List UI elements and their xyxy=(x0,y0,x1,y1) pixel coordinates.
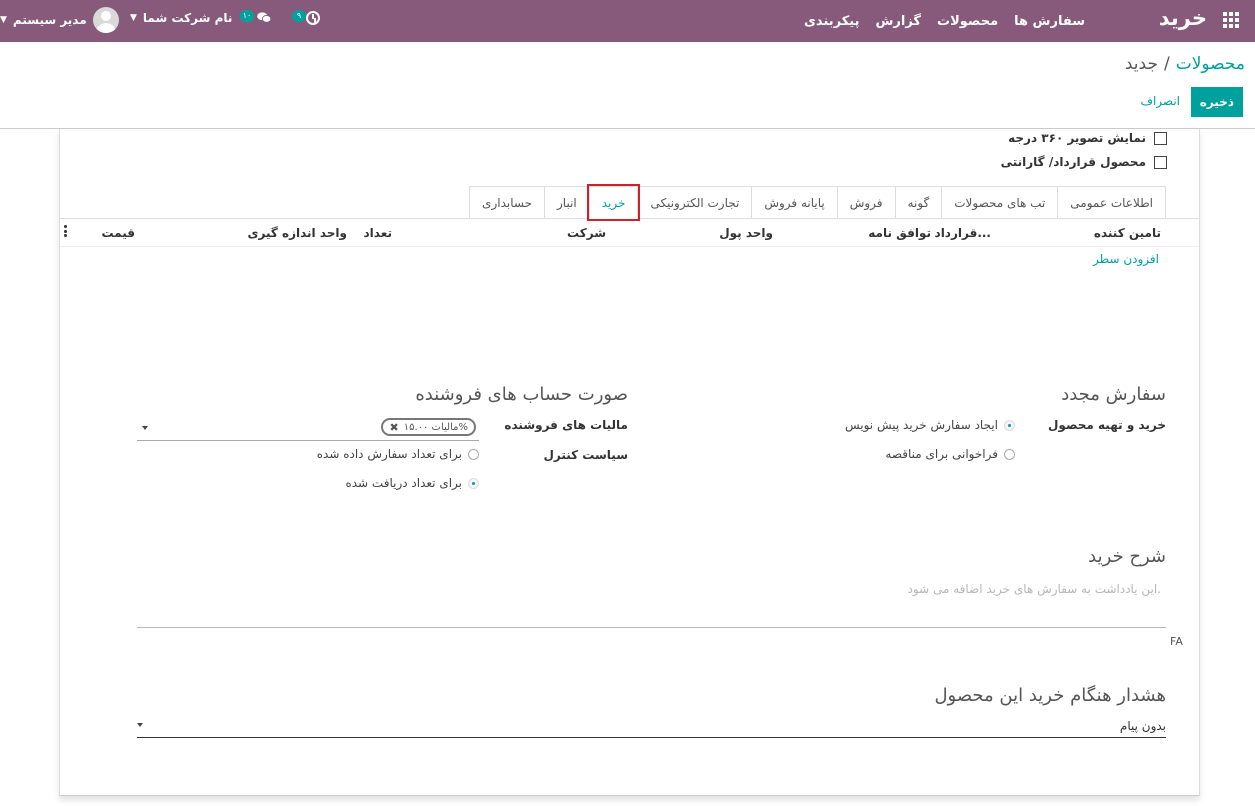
col-company[interactable]: شرکت xyxy=(567,226,606,240)
reorder-title: سفارش مجدد xyxy=(1061,384,1166,405)
radio-draft-po[interactable]: ایجاد سفارش خرید پیش نویس xyxy=(845,418,1015,432)
radio-ordered-qty-label: برای تعداد سفارش داده شده xyxy=(316,447,462,461)
tab-sales[interactable]: فروش xyxy=(836,186,896,219)
tab-point-of-sale[interactable]: پایانه فروش xyxy=(751,186,838,219)
messages-button[interactable]: ۱۰ xyxy=(240,8,274,28)
breadcrumb-separator: / xyxy=(1163,54,1170,74)
checkbox-360-view-box[interactable] xyxy=(1154,131,1167,145)
tab-general-info[interactable]: اطلاعات عمومی xyxy=(1057,186,1166,219)
app-brand[interactable]: خرید xyxy=(1159,6,1207,30)
warning-select[interactable]: بدون پیام xyxy=(137,714,1166,738)
chat-icon xyxy=(257,12,271,23)
chevron-down-icon: ▼ xyxy=(130,13,137,23)
user-name: مدیر سیستم xyxy=(12,13,87,27)
breadcrumb-current: جدید xyxy=(1124,54,1158,74)
user-menu[interactable]: ▼ مدیر سیستم xyxy=(0,6,119,34)
save-button[interactable]: ذخیره xyxy=(1190,87,1243,117)
warning-select-value: بدون پیام xyxy=(1119,719,1166,733)
warning-title: هشدار هنگام خرید این محصول xyxy=(934,685,1166,706)
messages-badge: ۱۰ xyxy=(240,10,254,22)
checkbox-warranty[interactable]: محصول قرارداد/ گارانتی xyxy=(1001,155,1167,169)
breadcrumb-products[interactable]: محصولات xyxy=(1176,54,1245,74)
optional-columns-icon[interactable] xyxy=(64,225,67,237)
company-switcher[interactable]: ▼ نام شرکت شما xyxy=(130,11,232,25)
checkbox-360-view[interactable]: نمایش تصویر ۳۶۰ درجه xyxy=(1008,131,1167,145)
add-line-link[interactable]: افزودن سطر xyxy=(1093,252,1159,266)
tab-product-tabs[interactable]: تب های محصولات xyxy=(941,186,1059,219)
radio-received-qty[interactable]: برای تعداد دریافت شده xyxy=(345,476,479,490)
discard-button[interactable]: انصراف xyxy=(1141,94,1180,108)
col-currency[interactable]: واحد پول xyxy=(719,226,773,240)
purchase-description-title: شرح خرید xyxy=(1088,546,1166,567)
purchase-description-underline xyxy=(137,627,1166,628)
radio-draft-po-dot[interactable] xyxy=(1004,419,1015,431)
translate-button[interactable]: FA xyxy=(1170,635,1183,648)
radio-ordered-qty-dot[interactable] xyxy=(468,448,479,460)
menu-configuration[interactable]: پیکربندی xyxy=(796,14,867,29)
vendor-taxes-field[interactable]: مالیات ۱۵.۰۰% ✖ xyxy=(137,416,479,441)
reorder-label: خرید و تهیه محصول xyxy=(1048,418,1166,432)
col-agreement[interactable]: توافق نامه xyxy=(868,226,931,240)
breadcrumb: محصولات / جدید xyxy=(1125,54,1245,74)
radio-received-qty-dot[interactable] xyxy=(468,477,479,489)
tab-purchase[interactable]: خرید xyxy=(586,184,641,221)
tab-accounting[interactable]: حسابداری xyxy=(469,186,545,219)
checkbox-warranty-label: محصول قرارداد/ گارانتی xyxy=(1000,155,1146,169)
systray: ▼ مدیر سیستم ▼ نام شرکت شما ۱۰ ۹ xyxy=(0,0,340,42)
menu-reporting[interactable]: گزارش xyxy=(867,14,929,29)
purchase-description-input[interactable]: این یادداشت به سفارش های خرید اضافه می ش… xyxy=(908,582,1161,596)
notebook-tabs: اطلاعات عمومی تب های محصولات گونه فروش پ… xyxy=(469,184,1166,221)
col-contract[interactable]: قرارداد... xyxy=(935,226,991,240)
tax-tag-label: مالیات ۱۵.۰۰% xyxy=(403,421,468,433)
checkbox-360-view-label: نمایش تصویر ۳۶۰ درجه xyxy=(1008,131,1146,145)
col-quantity[interactable]: تعداد xyxy=(364,226,392,240)
control-panel: محصولات / جدید ذخیره انصراف xyxy=(0,42,1255,129)
radio-ordered-qty[interactable]: برای تعداد سفارش داده شده xyxy=(317,447,479,461)
main-menu: سفارش ها محصولات گزارش پیکربندی xyxy=(796,0,1093,42)
clock-icon xyxy=(306,11,320,25)
tax-tag: مالیات ۱۵.۰۰% ✖ xyxy=(381,418,476,436)
col-vendor[interactable]: تامین کننده xyxy=(1094,226,1161,240)
radio-draft-po-label: ایجاد سفارش خرید پیش نویس xyxy=(844,418,998,432)
chevron-down-icon[interactable] xyxy=(142,426,148,430)
menu-products[interactable]: محصولات xyxy=(929,14,1006,29)
company-name: نام شرکت شما xyxy=(142,11,233,25)
apps-menu-icon[interactable] xyxy=(1223,12,1241,30)
radio-call-for-tender[interactable]: فراخوانی برای مناقصه xyxy=(885,447,1015,461)
tab-inventory[interactable]: انبار xyxy=(544,186,590,219)
chevron-down-icon[interactable] xyxy=(137,723,143,727)
close-icon[interactable]: ✖ xyxy=(389,421,398,434)
control-policy-label: سیاست کنترل xyxy=(543,448,628,462)
col-uom[interactable]: واحد اندازه گیری xyxy=(247,226,347,240)
vendor-bills-title: صورت حساب های فروشنده xyxy=(415,384,628,405)
radio-call-for-tender-label: فراخوانی برای مناقصه xyxy=(885,447,998,461)
avatar xyxy=(92,7,119,33)
radio-call-for-tender-dot[interactable] xyxy=(1004,448,1015,460)
top-navbar: خرید سفارش ها محصولات گزارش پیکربندی ▼ م… xyxy=(0,0,1255,42)
activity-button[interactable]: ۹ xyxy=(292,8,322,28)
vendor-table-header: تامین کننده قرارداد... توافق نامه واحد پ… xyxy=(60,219,1199,247)
radio-received-qty-label: برای تعداد دریافت شده xyxy=(345,476,462,490)
col-price[interactable]: قیمت xyxy=(101,226,135,240)
chevron-down-icon: ▼ xyxy=(0,15,7,25)
activity-badge: ۹ xyxy=(292,10,306,22)
checkbox-warranty-box[interactable] xyxy=(1154,155,1167,169)
tab-variants[interactable]: گونه xyxy=(894,186,943,219)
tab-ecommerce[interactable]: تجارت الکترونیکی xyxy=(637,186,753,219)
vendor-taxes-label: مالیات های فروشنده xyxy=(504,418,628,432)
menu-orders[interactable]: سفارش ها xyxy=(1006,14,1093,29)
